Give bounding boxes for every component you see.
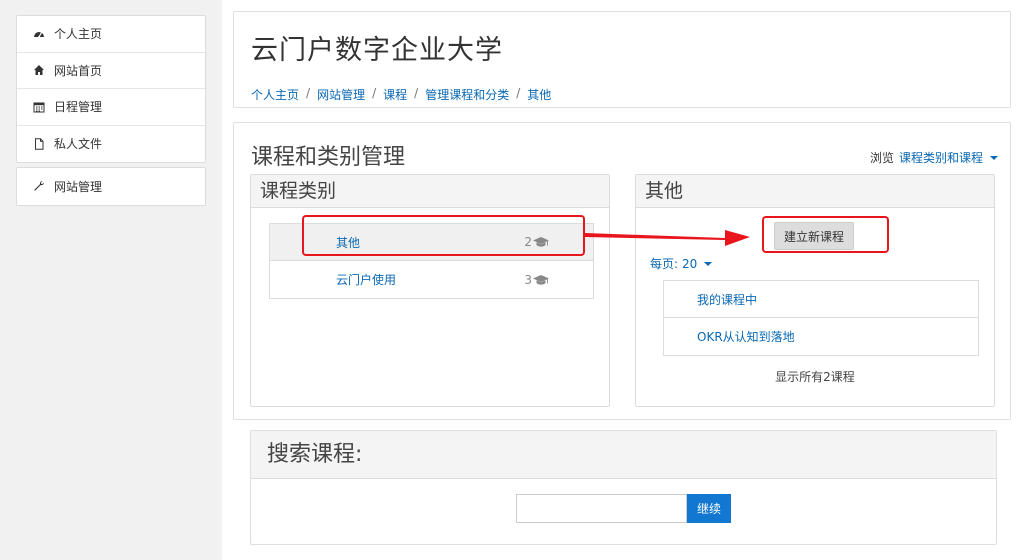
page-title: 云门户数字企业大学 [251,35,503,66]
sidebar: 个人主页 网站首页 日程管理 私人文件 网站管理 [16,15,206,210]
sidebar-item-label: 个人主页 [54,27,103,42]
category-count-value: 3 [524,272,532,287]
per-page-value[interactable]: 20 [682,257,697,271]
highlight-box-category [302,215,585,256]
breadcrumb-separator: / [414,86,419,100]
file-icon [33,138,45,150]
breadcrumb-manage-courses[interactable]: 管理课程和分类 [425,86,509,103]
page-header: 云门户数字企业大学 个人主页 / 网站管理 / 课程 / 管理课程和分类 / 其… [233,11,1011,108]
dashboard-icon [33,28,45,40]
breadcrumb-courses[interactable]: 课程 [383,86,407,103]
sidebar-item-calendar[interactable]: 日程管理 [17,89,205,126]
wrench-icon [33,180,45,192]
graduation-cap-icon [533,274,549,285]
category-panel-title: 课程类别 [251,175,609,208]
sidebar-item-label: 日程管理 [54,100,103,115]
sidebar-item-label: 网站首页 [54,63,103,78]
category-name[interactable]: 云门户使用 [336,271,396,288]
chevron-down-icon [990,155,998,160]
search-submit-button[interactable]: 继续 [687,494,731,523]
course-item[interactable]: OKR从认知到落地 [664,318,978,355]
browse-label: 浏览 [869,151,894,165]
home-icon [33,64,45,76]
calendar-icon [33,101,45,113]
course-search-card: 搜索课程: 继续 [250,430,997,545]
breadcrumb: 个人主页 / 网站管理 / 课程 / 管理课程和分类 / 其他 [251,86,551,103]
show-all-courses-text: 显示所有2课程 [775,370,855,384]
sidebar-item-label: 私人文件 [54,137,103,152]
sidebar-item-dashboard[interactable]: 个人主页 [17,16,205,53]
course-name[interactable]: 我的课程中 [697,291,757,308]
main-content: 云门户数字企业大学 个人主页 / 网站管理 / 课程 / 管理课程和分类 / 其… [222,0,1024,560]
breadcrumb-site-admin[interactable]: 网站管理 [317,86,365,103]
other-category-panel: 其他 建立新课程 每页: 20 我的课程中 OKR从认知到落地 显示所有2课程 [635,174,995,407]
per-page-selector[interactable]: 每页: 20 [650,255,713,272]
sidebar-item-site-admin[interactable]: 网站管理 [17,168,205,205]
sidebar-item-home[interactable]: 网站首页 [17,53,205,89]
search-input[interactable] [516,494,687,523]
nav-block-admin: 网站管理 [16,167,206,206]
course-management-card: 课程和类别管理 浏览 课程类别和课程 课程类别 其他 2 云门户使用 3 其他 … [233,122,1011,420]
highlight-box-create-button [762,216,889,253]
chevron-down-icon [704,261,713,266]
category-panel: 课程类别 其他 2 云门户使用 3 [250,174,610,407]
browse-dropdown[interactable]: 课程类别和课程 [899,149,983,166]
breadcrumb-dashboard[interactable]: 个人主页 [251,86,299,103]
per-page-label: 每页: [650,257,679,271]
breadcrumb-separator: / [516,86,521,100]
sidebar-item-files[interactable]: 私人文件 [17,126,205,163]
other-panel-title: 其他 [636,175,994,208]
course-name[interactable]: OKR从认知到落地 [697,328,795,345]
category-count: 3 [524,273,549,287]
browse-selector: 浏览 课程类别和课程 [870,149,998,166]
management-title: 课程和类别管理 [251,145,406,170]
nav-block-main: 个人主页 网站首页 日程管理 私人文件 [16,15,206,163]
course-list: 我的课程中 OKR从认知到落地 [663,280,979,356]
search-title: 搜索课程: [251,431,996,479]
breadcrumb-other[interactable]: 其他 [527,86,551,103]
breadcrumb-separator: / [306,86,311,100]
course-item[interactable]: 我的课程中 [664,281,978,318]
category-item-yunmenhu[interactable]: 云门户使用 3 [270,261,593,298]
breadcrumb-separator: / [372,86,377,100]
sidebar-item-label: 网站管理 [54,179,103,194]
